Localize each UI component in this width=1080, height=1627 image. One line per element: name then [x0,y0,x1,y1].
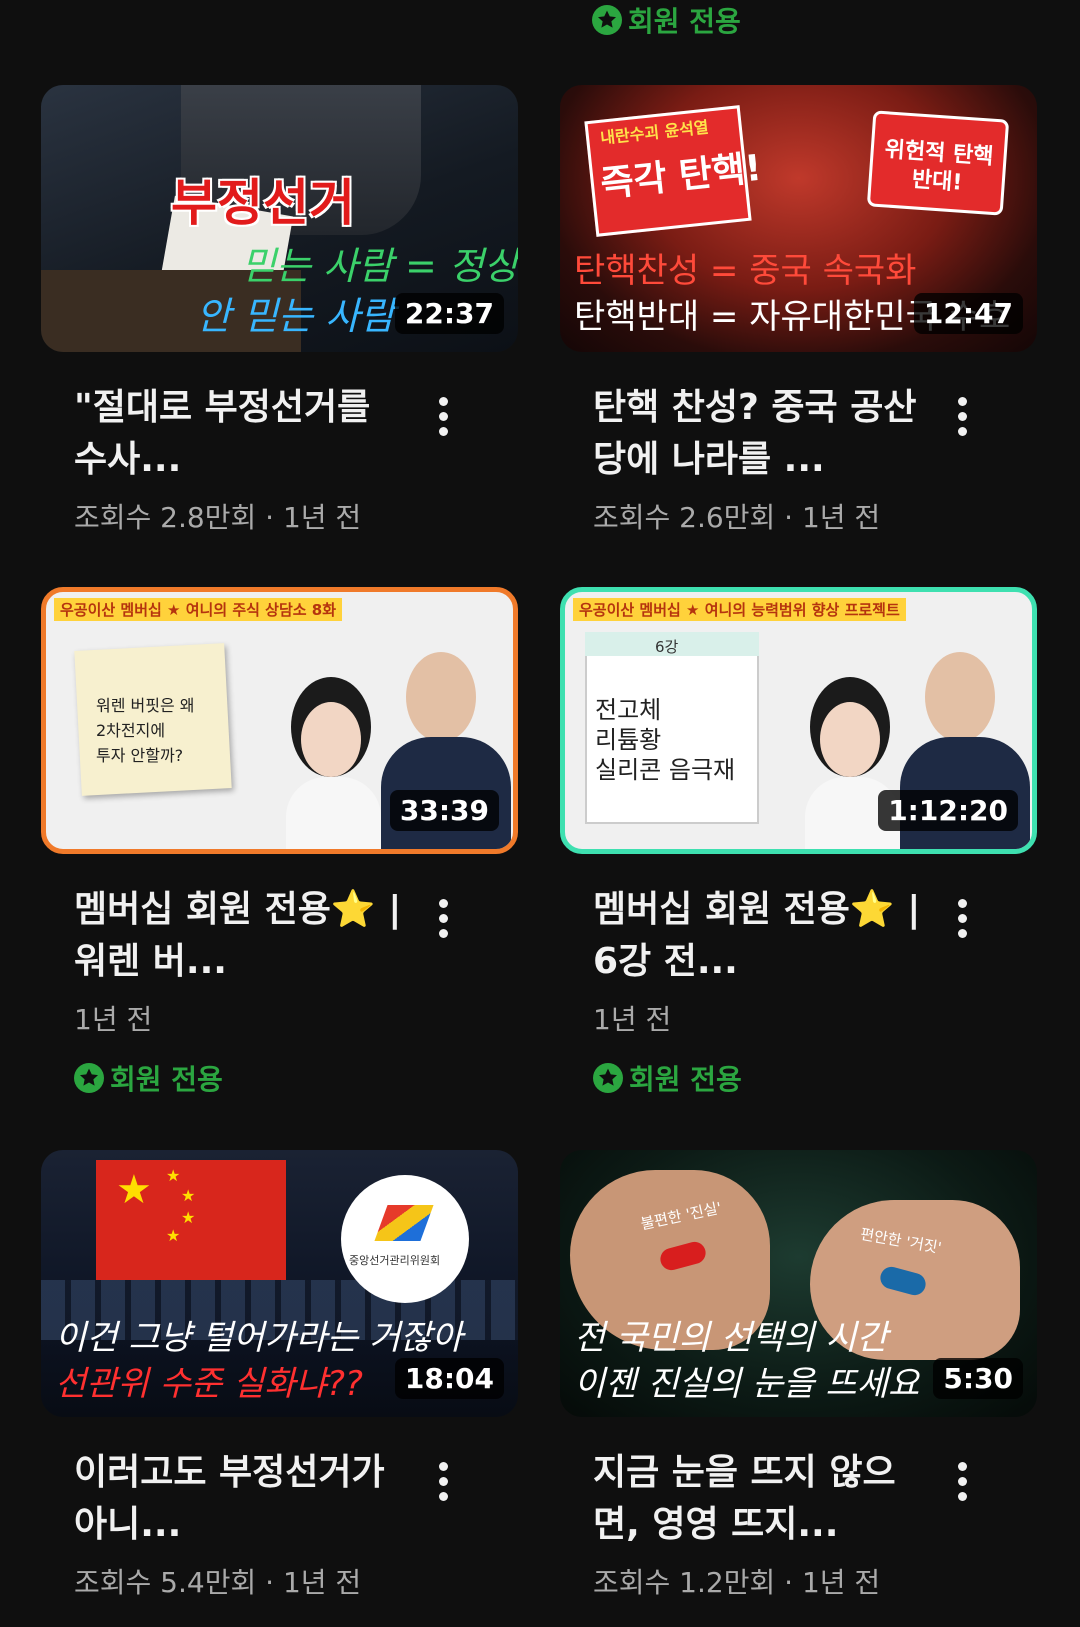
more-vert-icon[interactable] [942,388,982,444]
video-stats: 조회수 5.4만회 · 1년 전 [74,1566,362,1599]
thumbnail-text: 2차전지에 [96,721,166,740]
star-circle-icon [74,1063,104,1093]
thumbnail-text: 실리콘 음극재 [595,756,736,784]
members-only-badge-top: 회원 전용 [592,0,741,40]
thumbnail-text: 우공이산 멤버십 ★ 여니의 능력범위 향상 프로젝트 [573,598,906,621]
thumbnail-text: 선관위 수준 실화냐?? [55,1364,363,1404]
video-thumbnail[interactable]: 부정선거 믿는 사람 = 정상 안 믿는 사람 22:37 [41,85,518,352]
video-title[interactable]: 이러고도 부정선거가 아니... [74,1447,414,1551]
video-stats: 조회수 2.8만회 · 1년 전 [74,501,362,534]
video-thumbnail[interactable]: 내란수괴 윤석열 즉각 탄핵! 위헌적 탄핵 반대! 탄핵찬성 = 중국 속국화… [560,85,1037,352]
video-card[interactable]: ★ ★ ★ ★ ★ 중앙선거관리위원회 이건 그냥 털어가라는 거잖아 선관위 … [41,1150,518,1601]
thumbnail-text: 투자 안할까? [96,746,184,765]
video-thumbnail[interactable]: 우공이산 멤버십 ★ 여니의 주식 상담소 8화 워렌 버핏은 왜 2차전지에 … [41,587,518,854]
upload-age: 1년 전 [593,1003,672,1036]
upload-age: 1년 전 [282,501,362,534]
video-title[interactable]: "절대로 부정선거를 수사... [74,382,414,486]
video-title[interactable]: 멤버십 회원 전용⭐ | 워렌 버... [74,884,414,988]
upload-age: 1년 전 [74,1003,153,1036]
presenter-image [925,652,995,742]
thumbnail-text: 부정선거 [171,174,355,232]
video-title[interactable]: 멤버십 회원 전용⭐ | 6강 전... [593,884,933,988]
more-vert-icon[interactable] [423,388,463,444]
presenter-image [406,652,476,742]
more-vert-icon[interactable] [423,890,463,946]
view-count: 조회수 2.8만회 [74,501,257,534]
presenter-image [820,702,880,777]
video-card[interactable]: 부정선거 믿는 사람 = 정상 안 믿는 사람 22:37 "절대로 부정선거를… [41,85,518,536]
video-card[interactable]: 내란수괴 윤석열 즉각 탄핵! 위헌적 탄핵 반대! 탄핵찬성 = 중국 속국화… [560,85,1037,536]
more-vert-icon[interactable] [942,890,982,946]
members-only-badge: 회원 전용 [593,1058,1037,1098]
upload-age: 1년 전 [801,501,881,534]
video-card[interactable]: 우공이산 멤버십 ★ 여니의 주식 상담소 8화 워렌 버핏은 왜 2차전지에 … [41,587,518,1098]
upload-age: 1년 전 [282,1566,362,1599]
view-count: 조회수 5.4만회 [74,1566,257,1599]
view-count: 조회수 2.6만회 [593,501,776,534]
badge-label: 회원 전용 [628,5,741,38]
star-circle-icon [592,5,622,35]
video-title[interactable]: 탄핵 찬성? 중국 공산당에 나라를 ... [593,382,933,486]
video-thumbnail[interactable]: 우공이산 멤버십 ★ 여니의 능력범위 향상 프로젝트 6강 전고체 리튬황 실… [560,587,1037,854]
members-only-badge: 회원 전용 [74,1058,518,1098]
logo-text: 중앙선거관리위원회 [349,1254,441,1267]
video-duration: 22:37 [394,293,504,334]
upload-age: 1년 전 [801,1566,881,1599]
star-circle-icon [593,1063,623,1093]
thumbnail-text: 전 국민의 선택의 시간 [574,1318,888,1358]
thumbnail-text: 위헌적 탄핵 반대! [883,137,995,196]
view-count: 조회수 1.2만회 [593,1566,776,1599]
thumbnail-text: 워렌 버핏은 왜 [96,696,195,715]
thumbnail-text: 6강 [655,638,679,656]
video-title[interactable]: 지금 눈을 뜨지 않으면, 영영 뜨지... [593,1447,933,1551]
video-stats: 조회수 1.2만회 · 1년 전 [593,1566,881,1599]
thumbnail-text: 이젠 진실의 눈을 뜨세요 [574,1364,920,1404]
video-duration: 33:39 [389,790,499,831]
video-duration: 12:47 [913,293,1023,334]
thumbnail-text: 믿는 사람 = 정상 [241,244,518,288]
badge-label: 회원 전용 [629,1063,742,1096]
presenter-image [301,702,361,777]
more-vert-icon[interactable] [423,1453,463,1509]
video-thumbnail[interactable]: ★ ★ ★ ★ ★ 중앙선거관리위원회 이건 그냥 털어가라는 거잖아 선관위 … [41,1150,518,1417]
thumbnail-text: 이건 그냥 털어가라는 거잖아 [55,1318,463,1358]
thumbnail-text: 탄핵찬성 = 중국 속국화 [574,251,917,291]
more-vert-icon[interactable] [942,1453,982,1509]
video-card[interactable]: 우공이산 멤버십 ★ 여니의 능력범위 향상 프로젝트 6강 전고체 리튬황 실… [560,587,1037,1098]
video-duration: 1:12:20 [878,790,1018,831]
video-stats: 조회수 2.6만회 · 1년 전 [593,501,881,534]
badge-label: 회원 전용 [110,1063,223,1096]
thumbnail-text: 우공이산 멤버십 ★ 여니의 주식 상담소 8화 [54,598,343,621]
video-duration: 5:30 [933,1358,1023,1399]
thumbnail-text: 안 믿는 사람 [196,294,395,338]
video-card[interactable]: 불편한 '진실' 편안한 '거짓' 전 국민의 선택의 시간 이젠 진실의 눈을… [560,1150,1037,1601]
video-thumbnail[interactable]: 불편한 '진실' 편안한 '거짓' 전 국민의 선택의 시간 이젠 진실의 눈을… [560,1150,1037,1417]
video-duration: 18:04 [394,1358,504,1399]
